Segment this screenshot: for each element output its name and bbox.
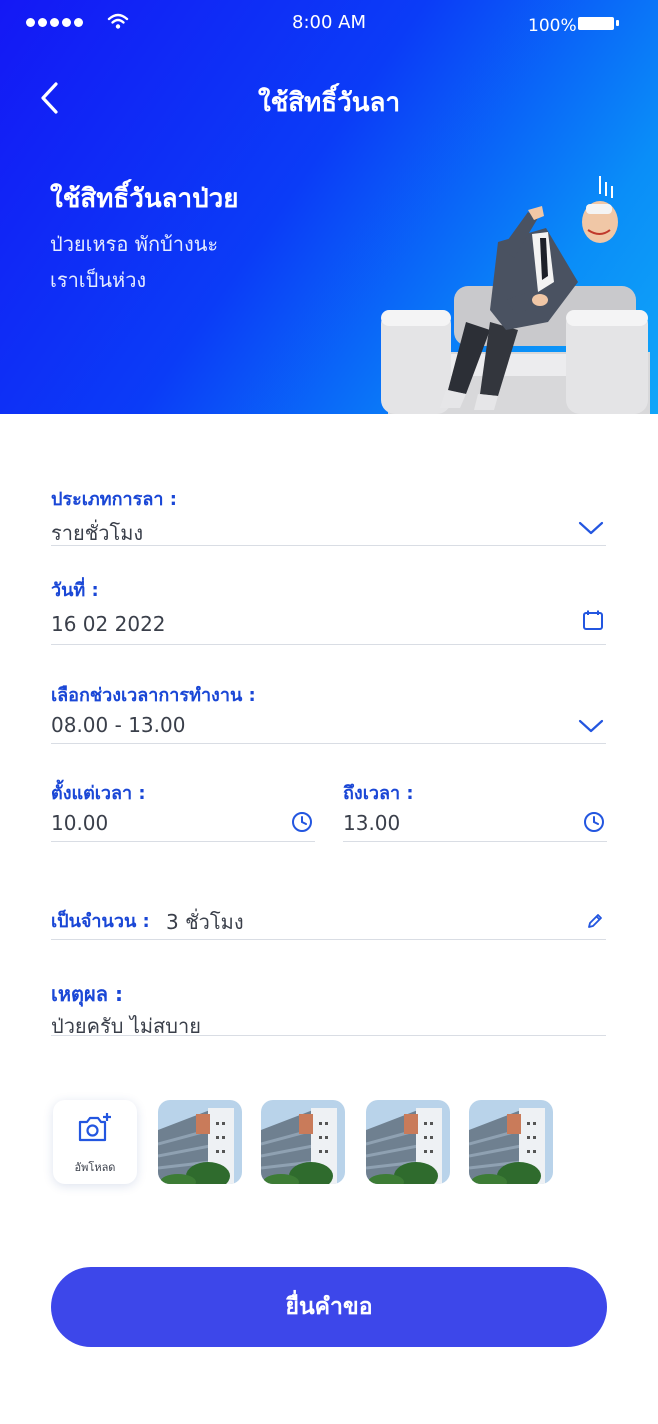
- from-time-value: 10.00: [51, 811, 109, 835]
- reason-field[interactable]: เหตุผล : ป่วยครับ ไม่สบาย: [51, 978, 606, 1038]
- leave-type-value: รายชั่วโมง: [51, 521, 144, 545]
- reason-label: เหตุผล :: [51, 982, 123, 1006]
- header-banner: 8:00 AM 100% ใช้สิทธิ์วันลา ใช้สิทธิ์วัน…: [0, 0, 658, 414]
- attachment-thumbnail[interactable]: [469, 1100, 553, 1184]
- upload-label: อัพโหลด: [74, 1161, 116, 1174]
- chevron-down-icon[interactable]: [578, 718, 604, 734]
- work-period-value: 08.00 - 13.00: [51, 713, 186, 737]
- hero-subtitle-line: เราเป็นห่วง: [50, 268, 147, 292]
- upload-button[interactable]: อัพโหลด: [53, 1100, 137, 1184]
- hero-subtitle: ป่วยเหรอ พักบ้างนะ เราเป็นห่วง: [50, 226, 218, 298]
- duration-field[interactable]: เป็นจำนวน : 3 ชั่วโมง: [51, 900, 606, 940]
- duration-label: เป็นจำนวน :: [51, 911, 150, 932]
- submit-request-button[interactable]: ยื่นคำขอ: [51, 1267, 607, 1347]
- to-time-label: ถึงเวลา :: [343, 783, 414, 804]
- attachment-thumbnail[interactable]: [261, 1100, 345, 1184]
- sick-man-on-sofa-illustration: [381, 176, 650, 414]
- status-bar: 8:00 AM 100%: [0, 0, 658, 50]
- duration-value: 3 ชั่วโมง: [166, 910, 244, 934]
- work-period-label: เลือกช่วงเวลาการทำงาน :: [51, 685, 256, 706]
- from-time-label: ตั้งแต่เวลา :: [51, 783, 146, 804]
- battery-icon: [578, 17, 614, 30]
- page-title: ใช้สิทธิ์วันลา: [257, 88, 401, 118]
- date-field[interactable]: วันที่ : 16 02 2022: [51, 575, 606, 645]
- hero-subtitle-line: ป่วยเหรอ พักบ้างนะ: [50, 232, 219, 256]
- work-period-select[interactable]: เลือกช่วงเวลาการทำงาน : 08.00 - 13.00: [51, 680, 606, 744]
- date-value: 16 02 2022: [51, 612, 166, 636]
- camera-plus-icon: [78, 1113, 111, 1142]
- attachment-thumbnail[interactable]: [158, 1100, 242, 1184]
- battery-tip: [616, 20, 619, 26]
- battery-percentage: 100%: [528, 16, 577, 36]
- pencil-icon[interactable]: [586, 912, 604, 930]
- hero-heading: ใช้สิทธิ์วันลาป่วย: [50, 184, 239, 214]
- chevron-down-icon[interactable]: [578, 520, 604, 536]
- to-time-value: 13.00: [343, 811, 401, 835]
- clock-icon[interactable]: [583, 811, 605, 833]
- to-time-field[interactable]: ถึงเวลา : 13.00: [343, 778, 607, 842]
- calendar-icon[interactable]: [582, 609, 604, 631]
- clock-icon[interactable]: [291, 811, 313, 833]
- attachment-thumbnail[interactable]: [366, 1100, 450, 1184]
- from-time-field[interactable]: ตั้งแต่เวลา : 10.00: [51, 778, 315, 842]
- leave-type-select[interactable]: ประเภทการลา : รายชั่วโมง: [51, 484, 606, 546]
- leave-type-label: ประเภทการลา :: [51, 489, 177, 510]
- reason-value: ป่วยครับ ไม่สบาย: [51, 1014, 201, 1038]
- date-label: วันที่ :: [51, 580, 99, 601]
